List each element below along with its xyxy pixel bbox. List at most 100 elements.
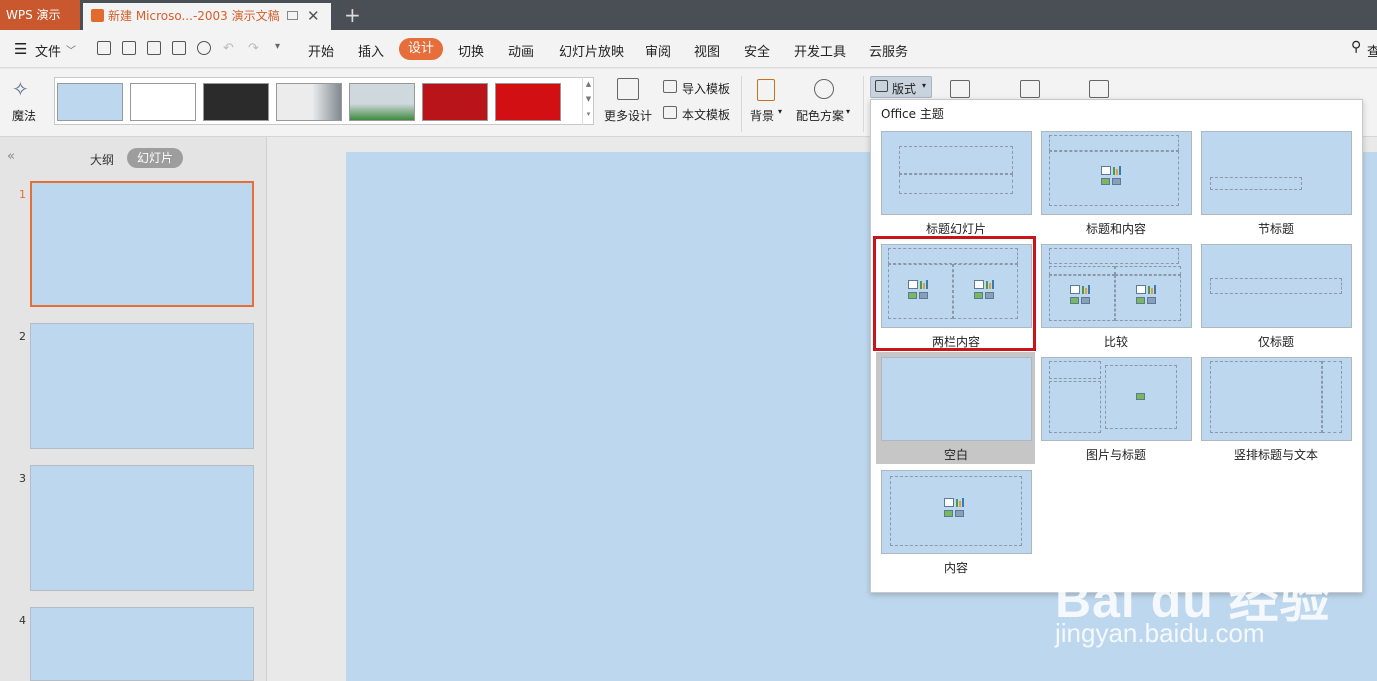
chevron-down-icon: ▾ bbox=[922, 81, 927, 90]
slide-number: 4 bbox=[19, 614, 26, 627]
new-tab-button[interactable]: + bbox=[344, 2, 361, 28]
design-thumb[interactable] bbox=[422, 83, 488, 121]
divider bbox=[741, 76, 742, 132]
slide-thumbnail[interactable] bbox=[30, 607, 254, 681]
tab-review[interactable]: 审阅 bbox=[645, 41, 671, 60]
layout-label: 图片与标题 bbox=[1085, 448, 1146, 462]
slide-number: 1 bbox=[19, 188, 26, 201]
layout-button[interactable]: 版式 ▾ bbox=[870, 76, 932, 98]
tab-developer[interactable]: 开发工具 bbox=[794, 41, 846, 60]
layout-blank[interactable] bbox=[881, 357, 1032, 441]
collapse-panel-icon[interactable]: « bbox=[7, 149, 15, 164]
page-setup-icon[interactable] bbox=[1020, 80, 1040, 98]
chevron-down-icon[interactable]: ▾ bbox=[846, 107, 850, 116]
content-placeholder-icon bbox=[1101, 166, 1125, 186]
design-thumb[interactable] bbox=[57, 83, 123, 121]
design-thumb[interactable] bbox=[349, 83, 415, 121]
customize-icon[interactable]: ▾ bbox=[275, 41, 280, 52]
presentation-file-icon bbox=[91, 9, 104, 22]
tab-slides[interactable]: 幻灯片 bbox=[127, 148, 183, 168]
print-icon[interactable] bbox=[172, 41, 186, 55]
print-preview-icon[interactable] bbox=[197, 41, 211, 55]
magic-button[interactable]: 魔法 bbox=[12, 107, 36, 124]
tab-outline[interactable]: 大纲 bbox=[90, 151, 114, 168]
search-label[interactable]: 查 bbox=[1367, 41, 1377, 60]
design-thumb[interactable] bbox=[276, 83, 342, 121]
layout-label: 标题幻灯片 bbox=[925, 222, 986, 236]
dropdown-title: Office 主题 bbox=[881, 107, 944, 121]
layout-label: 节标题 bbox=[1257, 222, 1294, 236]
highlight-box bbox=[873, 236, 1036, 351]
this-template-icon[interactable] bbox=[663, 106, 677, 119]
image-placeholder-icon bbox=[1136, 381, 1146, 401]
layout-label: 竖排标题与文本 bbox=[1233, 448, 1318, 462]
tab-insert[interactable]: 插入 bbox=[358, 41, 384, 60]
redo-icon[interactable]: ↷ bbox=[248, 41, 259, 56]
pdf-icon[interactable] bbox=[147, 41, 161, 55]
layout-label: 仅标题 bbox=[1257, 335, 1294, 349]
tab-security[interactable]: 安全 bbox=[744, 41, 770, 60]
tab-transition[interactable]: 切换 bbox=[458, 41, 484, 60]
content-placeholder-icon bbox=[1070, 285, 1094, 305]
chevron-down-icon[interactable]: ﹀ bbox=[66, 42, 76, 57]
search-icon[interactable]: ⚲ bbox=[1351, 39, 1361, 55]
save-icon[interactable] bbox=[122, 41, 136, 55]
tab-view[interactable]: 视图 bbox=[694, 41, 720, 60]
background-icon[interactable] bbox=[757, 79, 775, 101]
layout-section-header[interactable] bbox=[1201, 131, 1352, 215]
layout-title-only[interactable] bbox=[1201, 244, 1352, 328]
slide-size-icon[interactable] bbox=[1089, 80, 1109, 98]
color-scheme-button[interactable]: 配色方案 bbox=[796, 107, 844, 124]
tab-animation[interactable]: 动画 bbox=[508, 41, 534, 60]
divider bbox=[863, 76, 864, 132]
monitor-icon[interactable] bbox=[287, 11, 298, 20]
content-placeholder-icon bbox=[1136, 285, 1160, 305]
slide-number: 3 bbox=[19, 472, 26, 485]
layout-label: 空白 bbox=[943, 448, 968, 462]
slide-thumbnail[interactable] bbox=[30, 181, 254, 307]
watermark-url: jingyan.baidu.com bbox=[1055, 618, 1265, 648]
open-folder-icon[interactable] bbox=[97, 41, 111, 55]
layout-label: 内容 bbox=[943, 561, 968, 575]
layout-content[interactable] bbox=[881, 470, 1032, 554]
layout-label: 版式 bbox=[892, 82, 917, 96]
slide-number: 2 bbox=[19, 330, 26, 343]
menu-bar: ☰ 文件 ﹀ ↶ ↷ ▾ 开始 插入 设计 切换 动画 幻灯片放映 审阅 视图 … bbox=[0, 30, 1377, 68]
more-design-icon[interactable] bbox=[617, 78, 639, 100]
design-thumb[interactable] bbox=[203, 83, 269, 121]
document-tab-title: 新建 Microso...-2003 演示文稿 bbox=[108, 9, 280, 23]
import-template-button[interactable]: 导入模板 bbox=[682, 80, 730, 97]
undo-icon[interactable]: ↶ bbox=[223, 41, 234, 56]
app-tab[interactable]: WPS 演示 bbox=[0, 0, 80, 30]
gallery-scroll[interactable]: ▲ ▼ ▾ bbox=[582, 77, 594, 125]
magic-wand-icon[interactable]: ✧ bbox=[12, 77, 29, 101]
layout-icon bbox=[875, 80, 888, 92]
slide-layout-icon[interactable] bbox=[950, 80, 970, 98]
tab-slideshow[interactable]: 幻灯片放映 bbox=[559, 41, 624, 60]
design-thumb[interactable] bbox=[130, 83, 196, 121]
layout-vertical-title-text[interactable] bbox=[1201, 357, 1352, 441]
design-thumb[interactable] bbox=[495, 83, 561, 121]
tab-design[interactable]: 设计 bbox=[399, 38, 443, 60]
tab-cloud[interactable]: 云服务 bbox=[869, 41, 908, 60]
more-design-button[interactable]: 更多设计 bbox=[604, 107, 652, 124]
this-template-button[interactable]: 本文模板 bbox=[682, 106, 730, 123]
layout-label: 比较 bbox=[1103, 335, 1128, 349]
import-template-icon[interactable] bbox=[663, 80, 677, 93]
tab-home[interactable]: 开始 bbox=[308, 41, 334, 60]
close-tab-button[interactable]: ✕ bbox=[307, 3, 320, 29]
layout-label: 标题和内容 bbox=[1085, 222, 1146, 236]
slide-thumbnail[interactable] bbox=[30, 465, 254, 591]
content-placeholder-icon bbox=[944, 498, 968, 518]
document-tab[interactable]: 新建 Microso...-2003 演示文稿 ✕ bbox=[83, 3, 331, 30]
layout-title-slide[interactable] bbox=[881, 131, 1032, 215]
layout-title-content[interactable] bbox=[1041, 131, 1192, 215]
hamburger-icon[interactable]: ☰ bbox=[14, 40, 27, 58]
layout-comparison[interactable] bbox=[1041, 244, 1192, 328]
file-menu[interactable]: 文件 bbox=[35, 41, 61, 60]
chevron-down-icon[interactable]: ▾ bbox=[778, 107, 782, 116]
slide-thumbnail[interactable] bbox=[30, 323, 254, 449]
background-button[interactable]: 背景 bbox=[750, 107, 774, 124]
color-scheme-icon[interactable] bbox=[814, 79, 834, 99]
layout-picture-caption[interactable] bbox=[1041, 357, 1192, 441]
